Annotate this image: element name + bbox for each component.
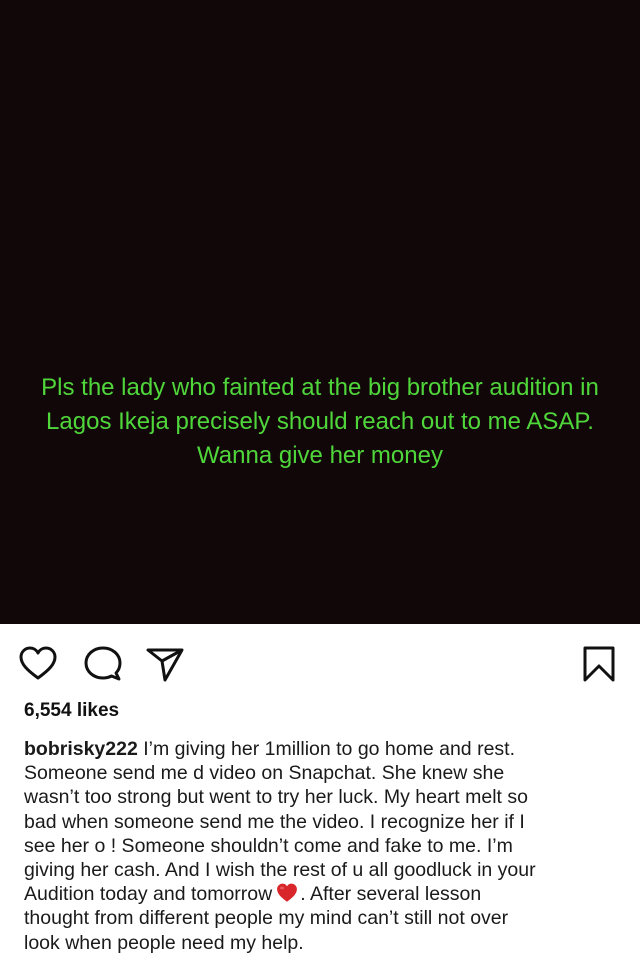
caption-line: see her o ! Someone shouldn’t come and f… [24, 834, 513, 857]
red-heart-glyph [277, 883, 298, 903]
caption-line: look when people need my help. [24, 931, 304, 954]
caption-line: wasn’t too strong but went to try her lu… [24, 786, 528, 809]
caption-text: I’m giving her 1million to go home and r… [137, 738, 515, 760]
story-text: Pls the lady who fainted at the big brot… [0, 371, 640, 473]
caption-text: . After several lesson [300, 883, 482, 906]
caption-line: bobrisky222 I’m giving her 1million to g… [24, 737, 624, 761]
post-caption: bobrisky222 I’m giving her 1million to g… [24, 737, 624, 955]
caption-line: Someone send me d video on Snapchat. She… [24, 762, 505, 785]
share-icon[interactable] [145, 644, 185, 684]
caption-username[interactable]: bobrisky222 [24, 738, 138, 760]
heart-icon[interactable] [18, 644, 58, 684]
likes-count[interactable]: 6,554 likes [24, 700, 119, 722]
caption-line: Audition today and tomorrow . After sever… [24, 882, 624, 906]
comment-icon[interactable] [83, 644, 123, 684]
red-heart-emoji-icon [276, 882, 298, 904]
caption-line: bad when someone send me the video. I re… [24, 810, 525, 833]
post-action-bar [0, 624, 640, 698]
caption-text: Audition today and tomorrow [24, 883, 273, 906]
post-image[interactable]: Pls the lady who fainted at the big brot… [0, 0, 640, 624]
caption-line: thought from different people my mind ca… [24, 907, 509, 930]
bookmark-glyph [583, 646, 615, 682]
paper-plane-glyph [146, 648, 184, 682]
story-text-line-1: Pls the lady who fainted at the big brot… [41, 374, 599, 401]
heart-outline-glyph [19, 646, 57, 680]
bookmark-icon[interactable] [579, 644, 619, 684]
story-text-line-2: Lagos Ikeja precisely should reach out t… [46, 408, 594, 435]
speech-bubble-glyph [84, 646, 122, 681]
story-text-line-3: Wanna give her money [197, 442, 443, 469]
caption-line: giving her cash. And I wish the rest of … [24, 859, 536, 882]
